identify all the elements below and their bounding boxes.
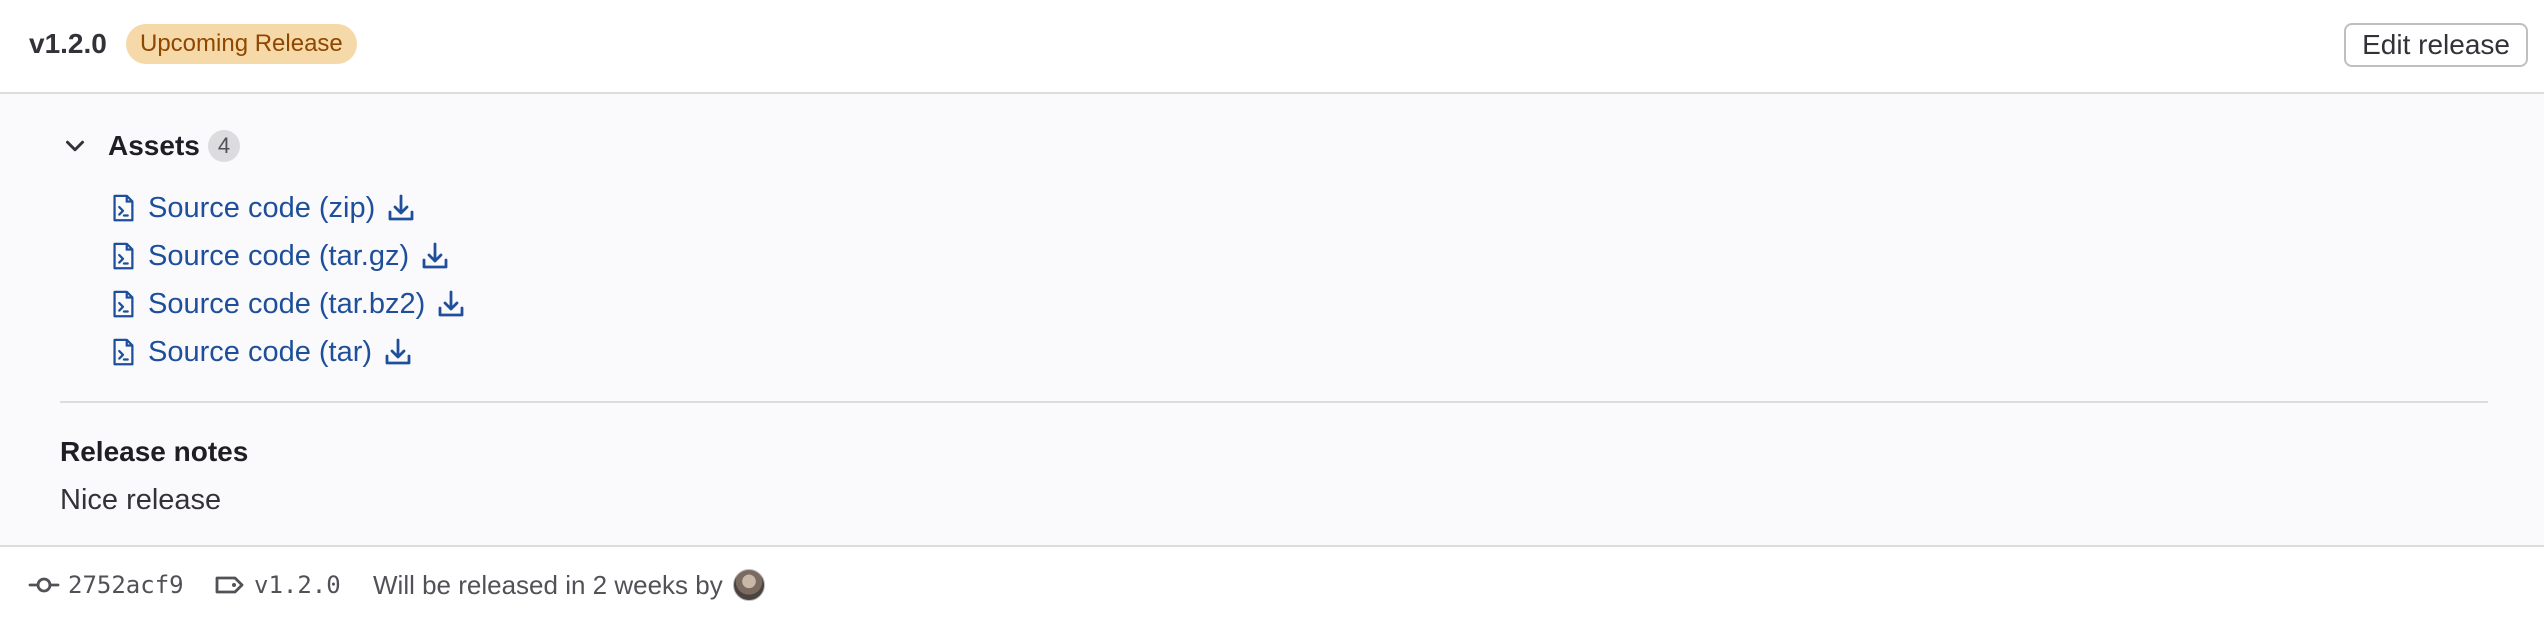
asset-link-tar[interactable]: Source code (tar) xyxy=(148,332,372,372)
tag-info[interactable]: v1.2.0 xyxy=(214,565,341,605)
release-schedule: Will be released in 2 weeks by xyxy=(373,565,765,605)
assets-list: Source code (zip) Source code (tar.gz) S… xyxy=(108,184,467,376)
section-divider xyxy=(60,401,2488,403)
assets-count-badge: 4 xyxy=(208,130,240,162)
asset-item: Source code (zip) xyxy=(108,184,467,232)
tag-name[interactable]: v1.2.0 xyxy=(254,571,341,599)
commit-sha[interactable]: 2752acf9 xyxy=(68,571,184,599)
download-icon[interactable] xyxy=(419,240,451,272)
download-icon[interactable] xyxy=(382,336,414,368)
assets-collapse-toggle[interactable] xyxy=(60,126,90,166)
asset-link-tar-bz2[interactable]: Source code (tar.bz2) xyxy=(148,284,425,324)
release-footer: 2752acf9 v1.2.0 Will be released in 2 we… xyxy=(0,547,2544,624)
file-code-icon xyxy=(113,290,134,318)
file-code-icon xyxy=(113,338,134,366)
asset-item: Source code (tar.bz2) xyxy=(108,280,467,328)
tag-icon xyxy=(215,576,244,594)
assets-title: Assets xyxy=(108,130,200,161)
asset-item: Source code (tar.gz) xyxy=(108,232,467,280)
release-tag-title: v1.2.0 xyxy=(29,28,107,59)
asset-link-tar-gz[interactable]: Source code (tar.gz) xyxy=(148,236,409,276)
release-card: v1.2.0 Upcoming Release Edit release Ass… xyxy=(0,0,2544,624)
upcoming-release-badge: Upcoming Release xyxy=(126,24,357,64)
release-notes-body: Nice release xyxy=(60,484,222,516)
file-code-icon xyxy=(113,194,134,222)
asset-link-zip[interactable]: Source code (zip) xyxy=(148,188,375,228)
release-schedule-text: Will be released in 2 weeks by xyxy=(373,569,723,600)
release-header: v1.2.0 Upcoming Release Edit release xyxy=(0,0,2544,94)
release-notes-heading: Release notes xyxy=(60,436,249,467)
commit-icon xyxy=(28,577,60,593)
commit-info[interactable]: 2752acf9 xyxy=(28,565,184,605)
download-icon[interactable] xyxy=(435,288,467,320)
avatar[interactable] xyxy=(732,569,765,601)
file-code-icon xyxy=(113,242,134,270)
chevron-down-icon xyxy=(66,140,84,152)
asset-item: Source code (tar) xyxy=(108,328,467,376)
release-body: Assets 4 Source code (zip) Source code (… xyxy=(0,94,2544,547)
download-icon[interactable] xyxy=(385,192,417,224)
edit-release-button[interactable]: Edit release xyxy=(2344,23,2528,67)
